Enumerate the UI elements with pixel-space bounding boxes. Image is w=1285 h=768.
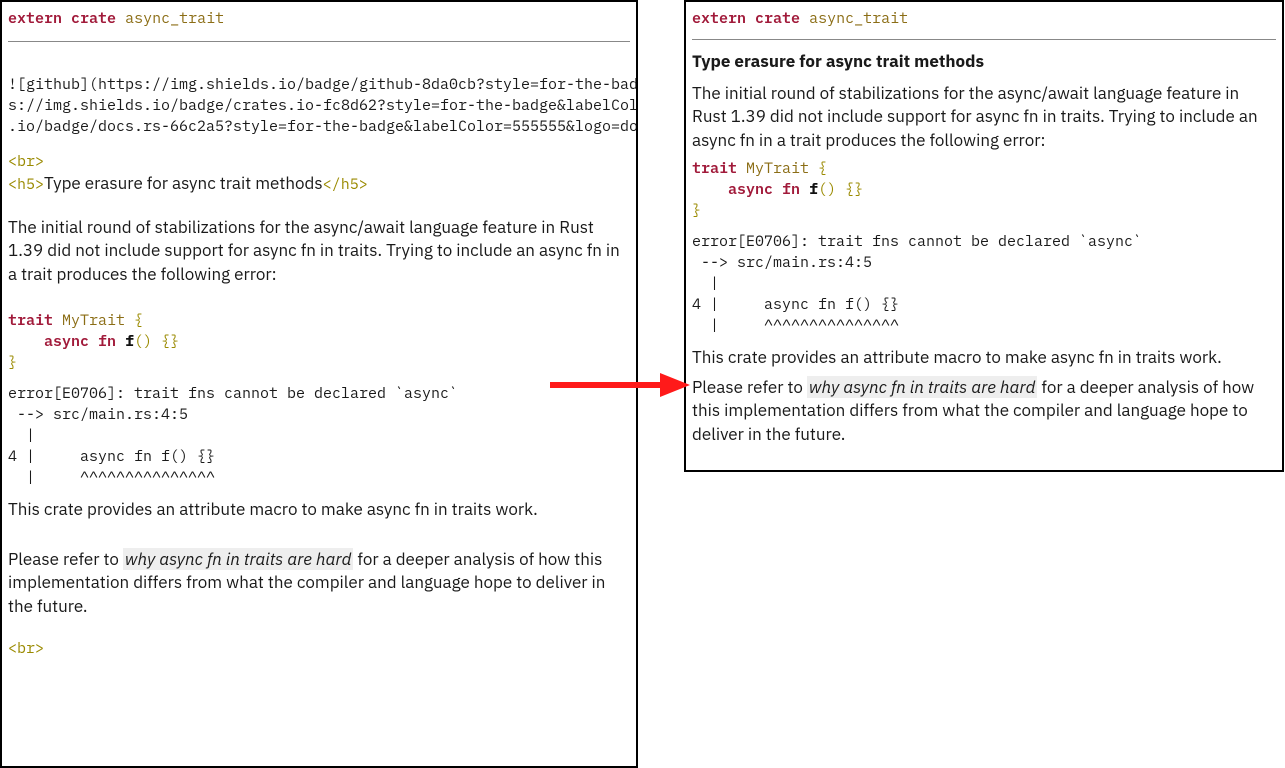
rendered-panel: extern crate async_trait Type erasure fo…	[684, 0, 1284, 472]
after-error-paragraph-r: This crate provides an attribute macro t…	[692, 346, 1276, 369]
error-block-r: error[E0706]: trait fns cannot be declar…	[692, 231, 1276, 336]
kw-extern: extern	[8, 9, 62, 28]
extern-crate-line: extern crate async_trait	[8, 8, 630, 29]
rule	[8, 41, 630, 42]
error-block: error[E0706]: trait fns cannot be declar…	[8, 383, 630, 488]
badges-raw: ![github](https://img.shields.io/badge/g…	[8, 74, 630, 137]
badges-line-2: s://img.shields.io/badge/crates.io-fc8d6…	[8, 95, 630, 116]
rule-r	[692, 39, 1276, 40]
trait-code-block-r: trait MyTrait { async fn f() {} }	[692, 158, 1276, 221]
source-panel: extern crate async_trait ![github](https…	[0, 0, 638, 768]
kw-crate: crate	[71, 9, 116, 28]
intro-paragraph-r: The initial round of stabilizations for …	[692, 82, 1276, 152]
crate-name: async_trait	[125, 9, 224, 28]
intro-paragraph: The initial round of stabilizations for …	[8, 216, 630, 286]
extern-crate-line-r: extern crate async_trait	[692, 8, 1276, 29]
br-tag-raw-2: <br>	[8, 638, 630, 659]
heading-rendered: Type erasure for async trait methods	[692, 50, 1276, 74]
refer-link-r[interactable]: why async fn in traits are hard	[807, 376, 1037, 398]
after-error-paragraph: This crate provides an attribute macro t…	[8, 498, 630, 521]
h5-text: Type erasure for async trait methods	[44, 172, 323, 194]
refer-link[interactable]: why async fn in traits are hard	[123, 548, 353, 570]
badges-line-3: .io/badge/docs.rs-66c2a5?style=for-the-b…	[8, 116, 630, 137]
badges-line-1: ![github](https://img.shields.io/badge/g…	[8, 74, 630, 95]
refer-paragraph-r: Please refer to why async fn in traits a…	[692, 376, 1276, 446]
trait-code-block: trait MyTrait { async fn f() {} }	[8, 310, 630, 373]
refer-paragraph: Please refer to why async fn in traits a…	[8, 548, 630, 618]
br-tag-raw: <br>	[8, 151, 630, 172]
refer-prefix: Please refer to	[8, 548, 123, 570]
h5-raw-line: <h5>Type erasure for async trait methods…	[8, 172, 630, 196]
